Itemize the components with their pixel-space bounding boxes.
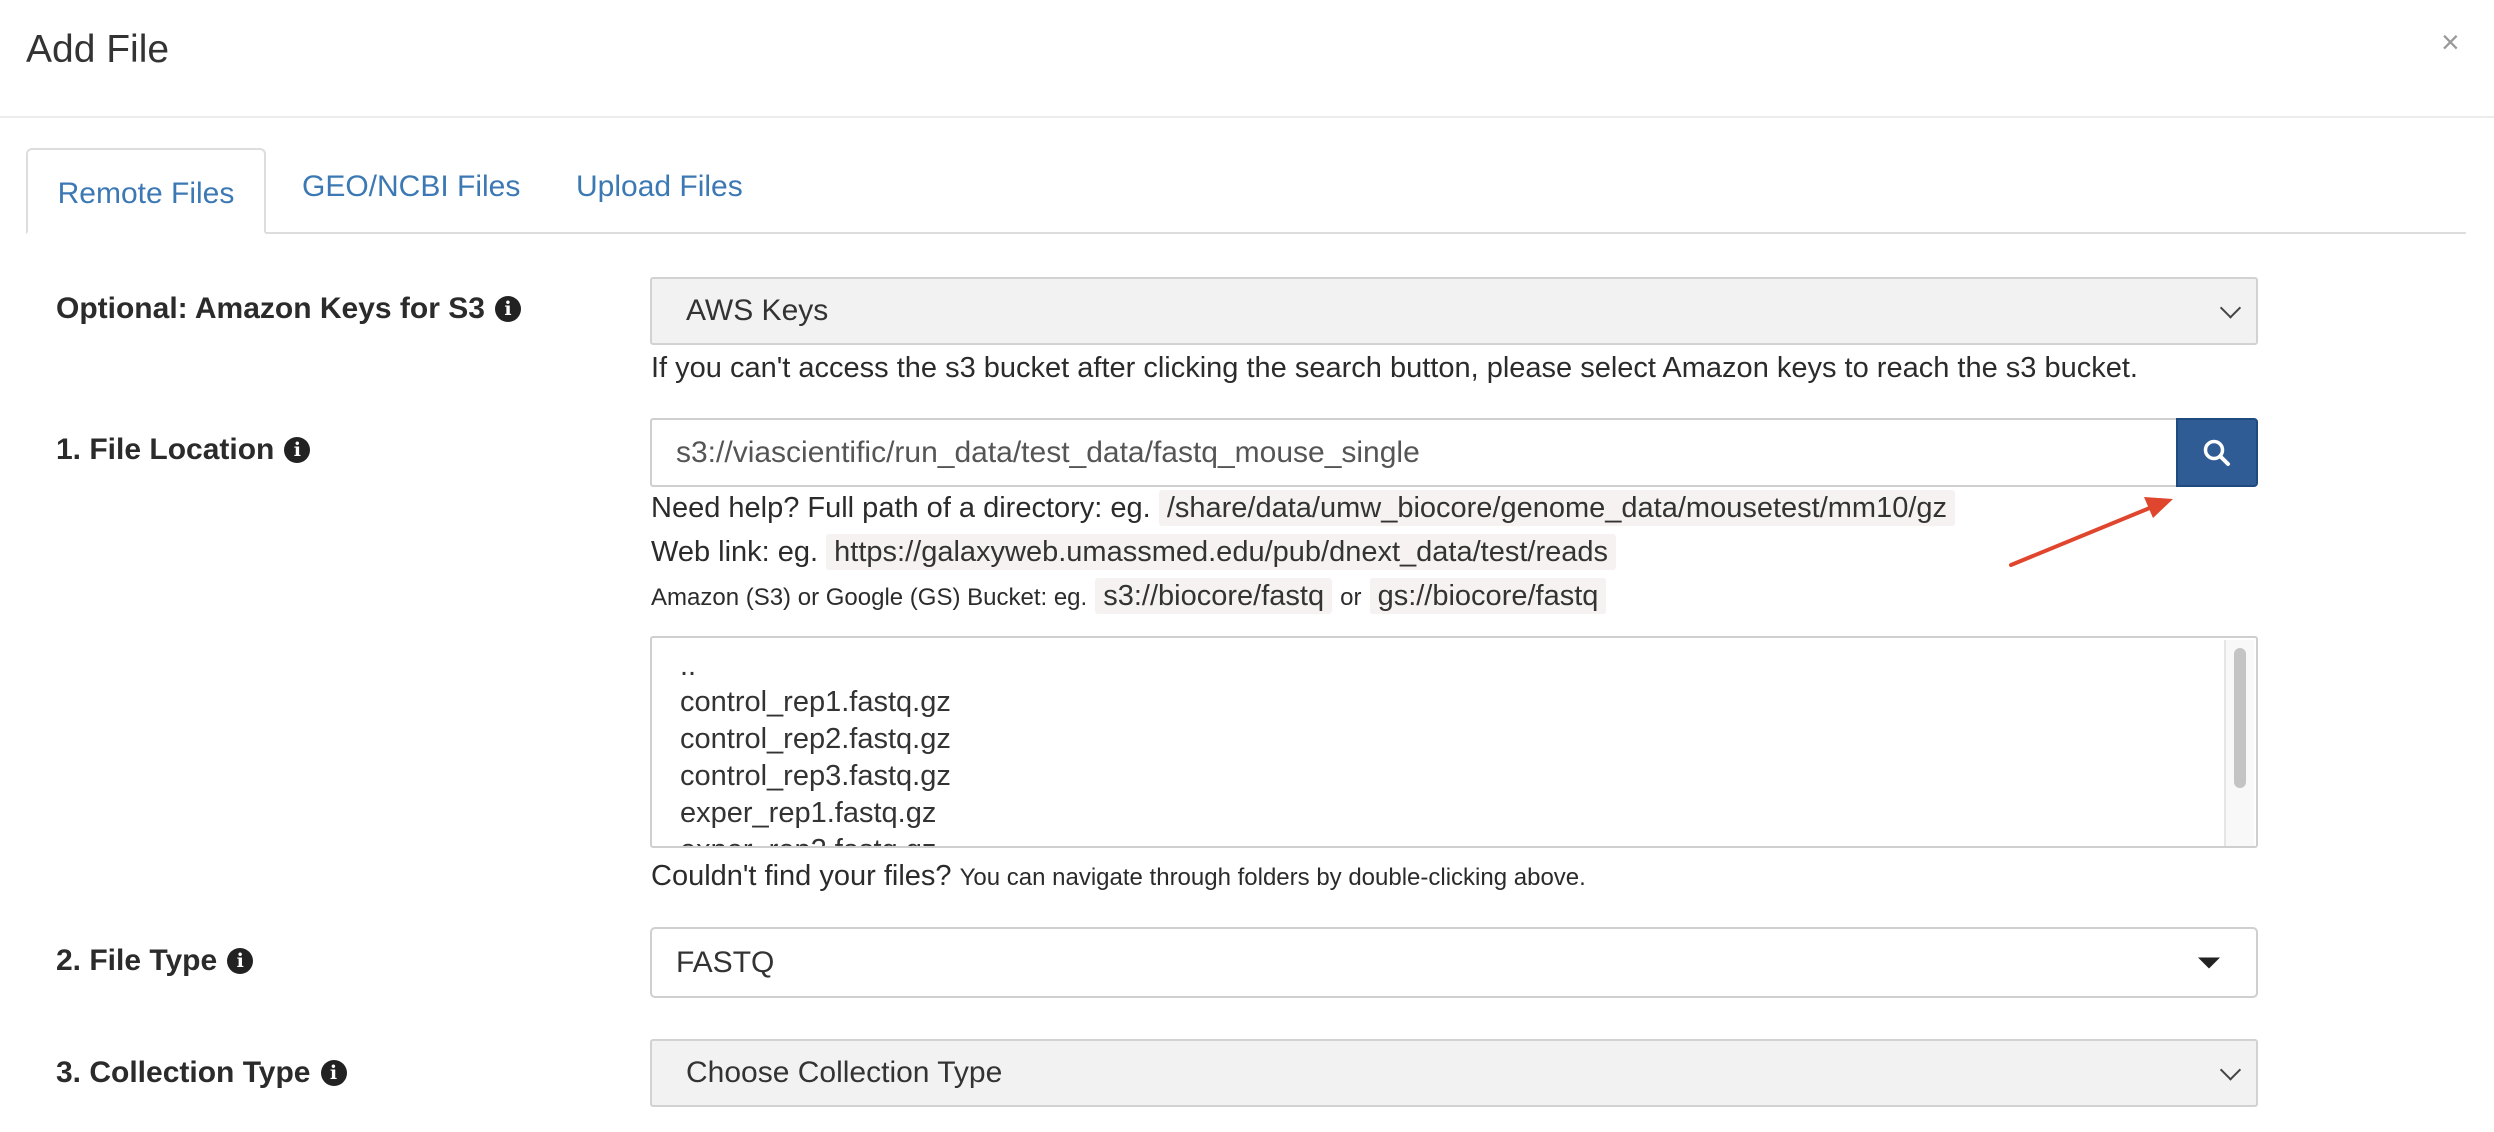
tab-upload-files-label: Upload Files: [576, 170, 743, 203]
help-bucket-example-s3: s3://biocore/fastq: [1095, 578, 1333, 614]
tab-remote-files-label: Remote Files: [57, 177, 235, 210]
amazon-keys-label-text: Optional: Amazon Keys for S3: [56, 292, 485, 325]
tab-geo-ncbi-files-label: GEO/NCBI Files: [302, 170, 521, 203]
help-bucket-line: Amazon (S3) or Google (GS) Bucket: eg. s…: [651, 578, 1607, 614]
tab-remote-files[interactable]: Remote Files: [26, 148, 266, 234]
file-location-value: s3://viascientific/run_data/test_data/fa…: [676, 435, 1420, 469]
file-type-label: 2. File Type i: [56, 944, 254, 978]
help-bucket-prefix: Amazon (S3) or Google (GS) Bucket: eg.: [651, 584, 1088, 611]
search-button[interactable]: [2176, 418, 2258, 487]
file-location-label: 1. File Location i: [56, 433, 311, 467]
amazon-keys-help: If you can't access the s3 bucket after …: [651, 352, 2138, 384]
list-item[interactable]: ..: [680, 650, 696, 683]
list-item[interactable]: exper_rep2.fastq.gz: [680, 834, 936, 846]
collection-type-selected: Choose Collection Type: [686, 1056, 1003, 1089]
list-item[interactable]: control_rep2.fastq.gz: [680, 723, 951, 756]
scrollbar-thumb[interactable]: [2234, 648, 2246, 788]
collection-type-label-text: 3. Collection Type: [56, 1056, 311, 1089]
not-found-help: Couldn't find your files? You can naviga…: [651, 860, 1586, 893]
file-browser-list[interactable]: .. control_rep1.fastq.gz control_rep2.fa…: [650, 636, 2258, 848]
annotation-arrow: [2009, 497, 2173, 567]
help-directory-example: /share/data/umw_biocore/genome_data/mous…: [1158, 490, 1956, 526]
collection-type-label: 3. Collection Type i: [56, 1056, 347, 1090]
collection-type-select[interactable]: Choose Collection Type: [650, 1039, 2258, 1107]
file-location-label-text: 1. File Location: [56, 433, 275, 466]
file-type-select[interactable]: FASTQ: [650, 927, 2258, 998]
list-item[interactable]: exper_rep1.fastq.gz: [680, 797, 936, 830]
help-weblink-example: https://galaxyweb.umassmed.edu/pub/dnext…: [826, 534, 1616, 570]
help-directory-prefix: Need help? Full path of a directory: eg.: [651, 492, 1151, 524]
info-icon[interactable]: i: [227, 948, 254, 974]
help-weblink-prefix: Web link: eg.: [651, 536, 819, 568]
tab-geo-ncbi-files[interactable]: GEO/NCBI Files: [302, 170, 520, 204]
file-type-selected: FASTQ: [676, 945, 775, 979]
amazon-keys-select[interactable]: AWS Keys: [650, 277, 2258, 345]
help-directory-line: Need help? Full path of a directory: eg.…: [651, 490, 1956, 526]
file-location-input[interactable]: s3://viascientific/run_data/test_data/fa…: [650, 418, 2178, 487]
list-item[interactable]: control_rep1.fastq.gz: [680, 686, 951, 719]
caret-down-icon: [2198, 957, 2220, 968]
chevron-down-icon: [2219, 297, 2242, 319]
modal-title: Add File: [26, 28, 170, 71]
info-icon[interactable]: i: [494, 296, 521, 322]
list-item[interactable]: control_rep3.fastq.gz: [680, 760, 951, 793]
scrollbar[interactable]: [2224, 640, 2254, 846]
info-icon[interactable]: i: [320, 1060, 347, 1086]
file-type-label-text: 2. File Type: [56, 944, 218, 977]
not-found-main: Couldn't find your files?: [651, 860, 952, 892]
info-icon[interactable]: i: [284, 437, 311, 463]
amazon-keys-selected: AWS Keys: [686, 294, 829, 327]
close-icon[interactable]: ×: [2441, 26, 2460, 58]
not-found-hint: You can navigate through folders by doub…: [959, 864, 1586, 891]
help-weblink-line: Web link: eg. https://galaxyweb.umassmed…: [651, 534, 1616, 570]
tabs-divider: [26, 232, 2466, 234]
tab-upload-files[interactable]: Upload Files: [576, 170, 743, 204]
help-bucket-or: or: [1340, 584, 1362, 611]
search-icon: [2203, 439, 2230, 466]
amazon-keys-label: Optional: Amazon Keys for S3 i: [56, 292, 521, 326]
help-bucket-example-gs: gs://biocore/fastq: [1369, 578, 1607, 614]
chevron-down-icon: [2219, 1059, 2242, 1081]
header-divider: [0, 116, 2494, 118]
